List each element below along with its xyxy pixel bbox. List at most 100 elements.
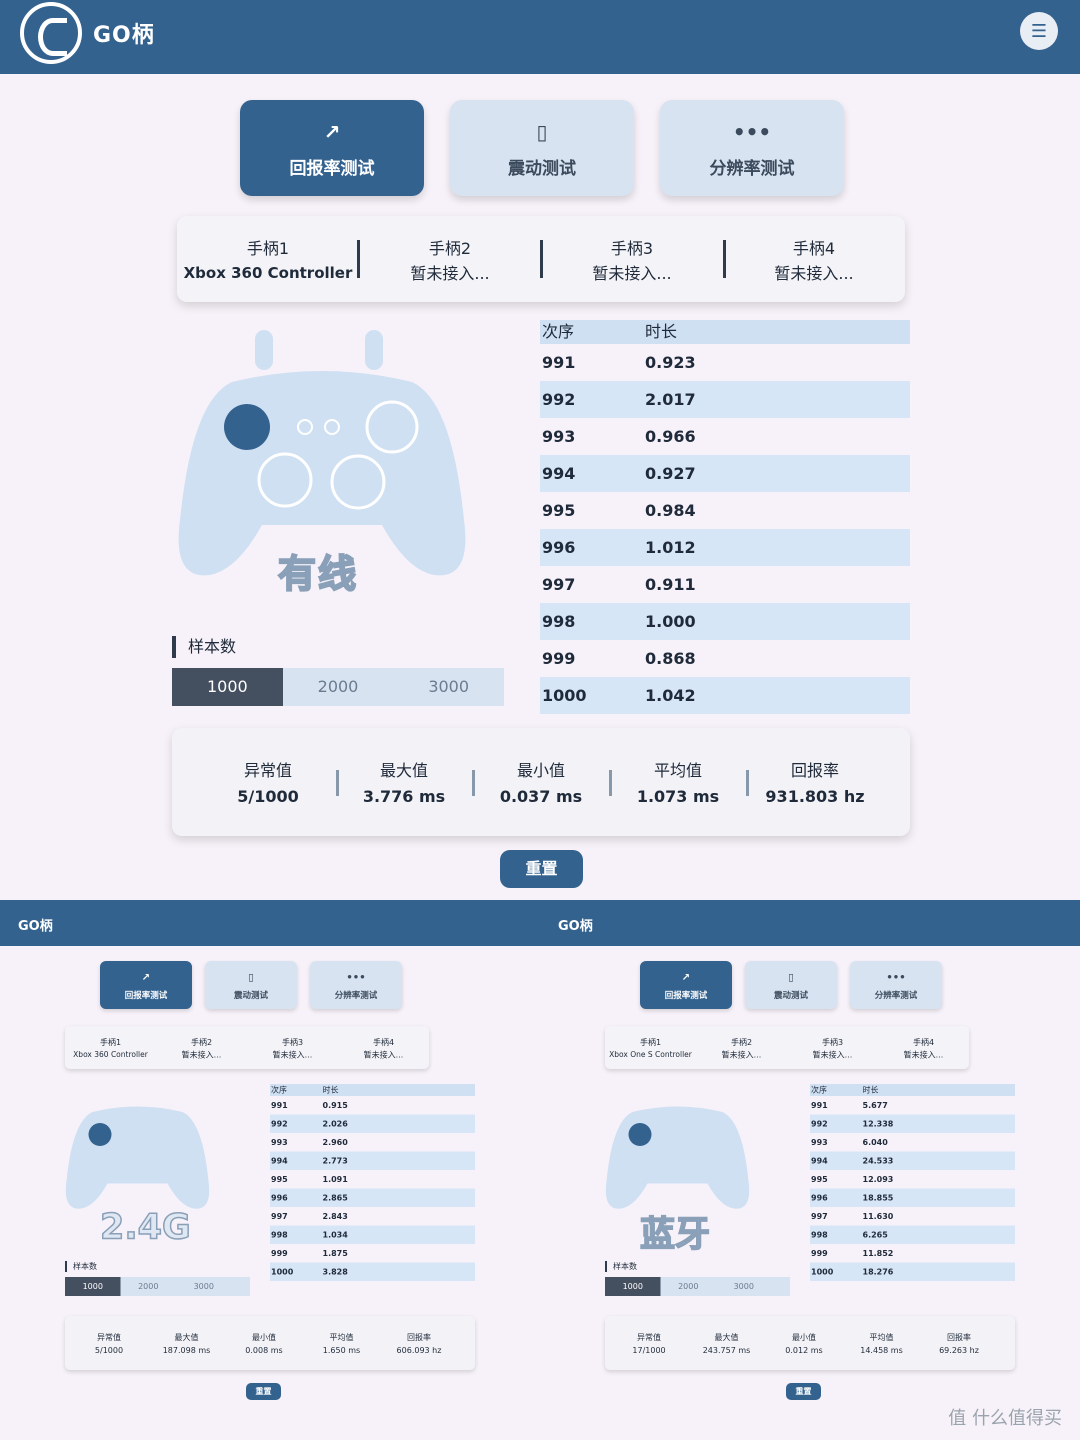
samples-option-1000[interactable]: 1000: [65, 1277, 121, 1296]
table-row: 991 0.923: [542, 353, 696, 372]
vibrate-icon: ▯: [788, 971, 794, 983]
table-row: 1000 3.828: [270, 1262, 475, 1281]
reset-button[interactable]: 重置: [786, 1383, 821, 1400]
samples-option-1000[interactable]: 1000: [172, 668, 283, 706]
table-row: 991 0.915: [271, 1100, 348, 1111]
reset-button[interactable]: 重置: [246, 1383, 281, 1400]
table-row: 998 1.000: [540, 603, 910, 640]
stats-panel: 异常值 5/1000 最大值 187.098 ms 最小值 0.008 ms 平均值 1…: [65, 1316, 475, 1370]
tab-resolution[interactable]: ••• 分辨率测试: [310, 961, 402, 1009]
table-row: 999 11.852: [811, 1248, 894, 1259]
gamepad-4[interactable]: 手柄4 暂未接入...: [723, 236, 905, 286]
table-row: 994 0.927: [540, 455, 910, 492]
table-row: 995 1.091: [271, 1174, 348, 1185]
table-row: 991 5.677: [811, 1100, 888, 1111]
samples-selector: 1000 2000 3000: [65, 1277, 250, 1296]
stat-max: 最大值 3.776 ms: [362, 761, 446, 806]
app-header: GO柄 ☰: [0, 0, 1080, 74]
table-row: 996 2.865: [270, 1188, 475, 1207]
dots-icon: •••: [346, 971, 366, 983]
gamepad-4[interactable]: 手柄4 暂未接入...: [338, 1036, 429, 1061]
connection-mode-label: 蓝牙: [639, 1213, 711, 1256]
samples-option-1000[interactable]: 1000: [605, 1277, 661, 1296]
samples-title: 样本数: [65, 1261, 97, 1272]
table-row: 995 12.093: [811, 1174, 894, 1185]
stats-panel: 异常值 17/1000 最大值 243.757 ms 最小值 0.012 ms 平均值…: [605, 1316, 1015, 1370]
table-row: 992 2.017: [540, 381, 910, 418]
table-row: 997 0.911: [542, 575, 696, 594]
tab-vibration[interactable]: ▯ 震动测试: [745, 961, 837, 1009]
results-table: 次序 时长 991 0.923 992 2.017 993 0.966 994 0.927…: [540, 320, 910, 714]
table-row: 994 2.773: [270, 1151, 475, 1170]
test-tabs: ↗ 回报率测试 ▯ 震动测试 ••• 分辨率测试: [100, 961, 403, 1010]
table-row: 998 6.265: [810, 1225, 1015, 1244]
gamepad-3[interactable]: 手柄3 暂未接入...: [787, 1036, 878, 1061]
samples-title: 样本数: [172, 636, 236, 658]
samples-option-3000[interactable]: 3000: [393, 668, 504, 706]
tab-vibration[interactable]: ▯ 震动测试: [205, 961, 297, 1009]
table-row: 995 0.984: [542, 501, 696, 520]
brand-name: GO柄: [558, 919, 593, 934]
brand-name: GO柄: [18, 919, 53, 934]
trend-icon: ↗: [141, 971, 151, 983]
table-row: 997 2.843: [271, 1211, 348, 1222]
table-row: 992 2.026: [270, 1114, 475, 1133]
gamepad-2[interactable]: 手柄2 暂未接入...: [696, 1036, 787, 1061]
logo-icon: [20, 2, 82, 64]
screenshot-2-4g: ↗ 回报率测试 ▯ 震动测试 ••• 分辨率测试 手柄1 Xbox 360 Contro…: [0, 946, 540, 1440]
secondary-header: [0, 900, 1080, 946]
gamepad-2[interactable]: 手柄2 暂未接入...: [156, 1036, 247, 1061]
tab-resolution[interactable]: ••• 分辨率测试: [850, 961, 942, 1009]
table-row: 993 0.966: [542, 427, 696, 446]
connection-mode-label: 2.4G: [99, 1205, 191, 1248]
tab-report-rate[interactable]: ↗ 回报率测试: [100, 961, 192, 1009]
samples-option-2000[interactable]: 2000: [661, 1277, 717, 1296]
samples-option-2000[interactable]: 2000: [121, 1277, 177, 1296]
test-tabs: ↗ 回报率测试 ▯ 震动测试 ••• 分辨率测试: [640, 961, 943, 1010]
controller-icon: [65, 1106, 210, 1209]
menu-icon: ☰: [1030, 20, 1048, 42]
dots-icon: •••: [886, 971, 906, 983]
gamepad-selector: 手柄1 Xbox 360 Controller 手柄2 暂未接入... 手柄3 暂未接…: [65, 1026, 429, 1069]
trend-icon: ↗: [681, 971, 691, 983]
samples-option-2000[interactable]: 2000: [283, 668, 394, 706]
vibrate-icon: ▯: [536, 120, 548, 144]
samples-option-3000[interactable]: 3000: [176, 1277, 232, 1296]
table-row: 1000 1.042: [540, 677, 910, 714]
samples-title: 样本数: [605, 1261, 637, 1272]
gamepad-1[interactable]: 手柄1 Xbox One S Controller: [605, 1036, 696, 1061]
gamepad-3[interactable]: 手柄3 暂未接入...: [247, 1036, 338, 1061]
menu-button[interactable]: ☰: [1020, 12, 1058, 50]
table-row: 993 2.960: [271, 1137, 348, 1148]
results-table: 次序 时长 991 5.677 992 12.338 993 6.040 994 24.5…: [810, 1084, 1015, 1281]
tab-resolution[interactable]: ••• 分辨率测试: [660, 100, 844, 196]
gamepad-4[interactable]: 手柄4 暂未接入...: [878, 1036, 969, 1061]
stat-min: 最小值 0.037 ms: [499, 761, 583, 806]
screenshot-bluetooth: ↗ 回报率测试 ▯ 震动测试 ••• 分辨率测试 手柄1 Xbox One S Cont…: [540, 946, 1080, 1440]
gamepad-3[interactable]: 手柄3 暂未接入...: [541, 236, 723, 286]
gamepad-1[interactable]: 手柄1 Xbox 360 Controller: [65, 1036, 156, 1061]
table-row: 996 1.012: [540, 529, 910, 566]
connection-mode-label: 有线: [277, 551, 359, 597]
watermark: 值 什么值得买: [948, 1408, 1062, 1429]
vibrate-icon: ▯: [248, 971, 254, 983]
tab-vibration[interactable]: ▯ 震动测试: [450, 100, 634, 196]
gamepad-1[interactable]: 手柄1 Xbox 360 Controller: [177, 236, 359, 286]
reset-button[interactable]: 重置: [500, 850, 583, 888]
samples-option-3000[interactable]: 3000: [716, 1277, 772, 1296]
stat-avg: 平均值 1.073 ms: [636, 761, 720, 806]
table-row: 998 1.034: [270, 1225, 475, 1244]
table-row: 992 12.338: [810, 1114, 1015, 1133]
gamepad-selector: 手柄1 Xbox 360 Controller 手柄2 暂未接入... 手柄3 暂未接…: [177, 216, 905, 302]
test-tabs: ↗ 回报率测试 ▯ 震动测试 ••• 分辨率测试: [240, 100, 845, 198]
table-row: 997 11.630: [811, 1211, 894, 1222]
brand-name: GO柄: [93, 23, 155, 48]
results-table: 次序 时长 991 0.915 992 2.026 993 2.960 994 2.773…: [270, 1084, 475, 1281]
stat-report-rate: 回报率 931.803 hz: [765, 761, 865, 806]
tab-report-rate[interactable]: ↗ 回报率测试: [240, 100, 424, 196]
samples-selector: 1000 2000 3000: [172, 668, 504, 706]
stats-panel: 异常值 5/1000 最大值 3.776 ms 最小值 0.037 ms 平均值 1.0…: [172, 728, 910, 836]
table-row: 999 0.868: [542, 649, 696, 668]
gamepad-2[interactable]: 手柄2 暂未接入...: [359, 236, 541, 286]
tab-report-rate[interactable]: ↗ 回报率测试: [640, 961, 732, 1009]
